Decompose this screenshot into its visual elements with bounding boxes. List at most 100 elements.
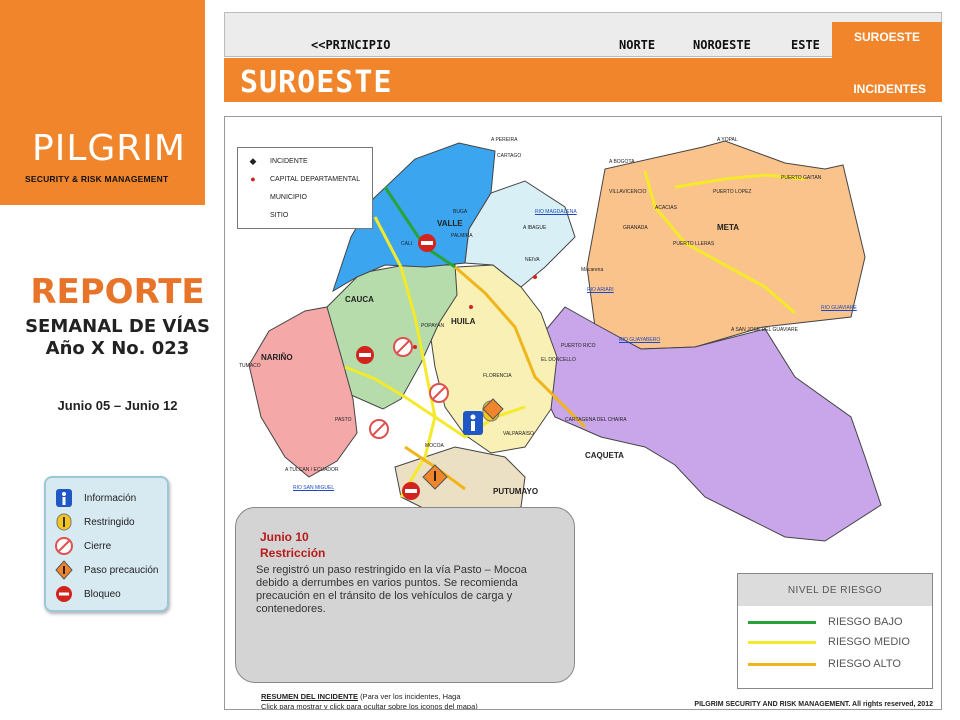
city-label: PALMIRA: [451, 233, 473, 239]
nav-east-link[interactable]: ESTE: [791, 38, 820, 52]
river-label: RIO ARIARI: [587, 287, 614, 293]
city-label: FLORENCIA: [483, 373, 512, 379]
dept-label-caqueta: CAQUETA: [585, 451, 624, 460]
city-label: PUERTO LLERAS: [673, 241, 715, 247]
city-label: PASTO: [335, 417, 352, 423]
legend-item-info: Información: [54, 486, 167, 510]
stop-marker[interactable]: [402, 482, 420, 500]
nav-north-link[interactable]: NORTE: [619, 38, 655, 52]
risk-row-low: RIESGO BAJO: [748, 616, 903, 628]
map-legend: ◆ INCIDENTE ● CAPITAL DEPARTAMENTAL MUNICI…: [237, 147, 373, 229]
city-label: A SAN JOSE DEL GUAVIARE: [731, 327, 798, 333]
report-issue: Año X No. 023: [45, 338, 190, 359]
incident-summary-note: RESUMEN DEL INCIDENTE (Para ver los inci…: [261, 692, 478, 710]
map-frame: ◆ INCIDENTE ● CAPITAL DEPARTAMENTAL MUNICI…: [224, 116, 942, 710]
dept-label-putumayo: PUTUMAYO: [493, 487, 539, 496]
map-legend-item: ● CAPITAL DEPARTAMENTAL: [246, 170, 372, 188]
city-label: EL DONCELLO: [541, 357, 576, 363]
map-legend-label: MUNICIPIO: [270, 193, 307, 201]
city-label: PUERTO LOPEZ: [713, 189, 752, 195]
incident-date: Junio 10: [260, 530, 309, 544]
meta-region: [586, 140, 866, 350]
city-label: PUERTO GAITAN: [781, 175, 822, 181]
info-marker[interactable]: [463, 411, 483, 435]
logo-tagline: SECURITY & RISK MANAGEMENT: [25, 174, 169, 184]
summary-hint2: Click para mostrar y click para ocultar …: [261, 702, 478, 710]
summary-hint: (Para ver los incidentes, Haga: [360, 692, 461, 701]
city-label: A BOGOTA: [609, 159, 635, 165]
dept-label-narino: NARIÑO: [261, 353, 293, 362]
nav-tab-southwest[interactable]: SUROESTE: [832, 22, 942, 58]
river-label: RIO GUAVIARE: [821, 305, 857, 311]
incident-type: Restricción: [260, 546, 326, 560]
city-label: A TULCAN / ECUADOR: [285, 467, 339, 473]
icon-legend: Información Restringido Cierre Paso prec…: [44, 476, 169, 612]
legend-label: Bloqueo: [84, 588, 121, 600]
risk-level-panel: NIVEL DE RIESGO RIESGO BAJO RIESGO MEDIO…: [737, 573, 933, 689]
risk-high-swatch: [748, 662, 816, 666]
page-title: SUROESTE: [240, 65, 393, 100]
brand-block: PILGRIM SECURITY & RISK MANAGEMENT: [0, 0, 205, 205]
city-label: A PEREIRA: [491, 137, 518, 143]
river-label: RIO GUAYABERO: [619, 337, 661, 343]
legend-label: Cierre: [84, 540, 112, 552]
city-label: POPAYAN: [421, 323, 445, 329]
nav-home-link[interactable]: <<PRINCIPIO: [311, 38, 390, 52]
risk-low-swatch: [748, 620, 816, 624]
legend-item-caution: Paso precaución: [54, 558, 167, 582]
incident-detail-panel: Junio 10 Restricción Se registró un paso…: [235, 507, 575, 683]
title-bar: SUROESTE INCIDENTES: [224, 58, 942, 102]
legend-item-blockade: Bloqueo: [54, 582, 167, 606]
risk-label: RIESGO ALTO: [828, 658, 901, 670]
legend-label: Información: [84, 492, 137, 504]
city-label: PUERTO RICO: [561, 343, 596, 349]
legend-item-restricted: Restringido: [54, 510, 167, 534]
stop-icon: [54, 584, 74, 604]
city-label: NEIVA: [525, 257, 540, 263]
report-subtitle: SEMANAL DE VÍAS: [25, 316, 210, 337]
map-legend-item: SITIO: [246, 206, 372, 224]
report-title: REPORTE: [30, 272, 205, 312]
city-label: VALPARAISO: [503, 431, 534, 437]
stop-marker[interactable]: [418, 234, 436, 252]
city-label: BUGA: [453, 209, 468, 215]
city-label: ACACIAS: [655, 205, 677, 211]
dept-label-huila: HUILA: [451, 317, 476, 326]
risk-title: NIVEL DE RIESGO: [738, 574, 932, 606]
city-label: GRANADA: [623, 225, 648, 231]
stop-marker[interactable]: [356, 346, 374, 364]
capital-dot-icon: ●: [250, 174, 256, 184]
nav-northwest-link[interactable]: NOROESTE: [693, 38, 751, 52]
legend-label: Restringido: [84, 516, 135, 528]
incidents-link[interactable]: INCIDENTES: [853, 82, 926, 96]
closure-marker[interactable]: [369, 419, 389, 439]
copyright: PILGRIM SECURITY AND RISK MANAGEMENT. Al…: [694, 701, 933, 708]
city-label: CALI: [401, 241, 413, 247]
closure-marker[interactable]: [429, 383, 449, 403]
map-legend-item: MUNICIPIO: [246, 188, 372, 206]
risk-label: RIESGO MEDIO: [828, 636, 910, 648]
closure-marker[interactable]: [393, 337, 413, 357]
report-dates: Junio 05 – Junio 12: [57, 398, 178, 413]
restricted-icon: [54, 512, 74, 532]
risk-row-medium: RIESGO MEDIO: [748, 636, 910, 648]
risk-medium-swatch: [748, 640, 816, 644]
risk-label: RIESGO BAJO: [828, 616, 903, 628]
caution-icon: [54, 560, 74, 580]
city-label: CARTAGENA DEL CHAIRA: [565, 417, 627, 423]
city-label: CARTAGO: [497, 153, 522, 159]
map-legend-item: ◆ INCIDENTE: [246, 152, 372, 170]
dept-label-meta: META: [717, 223, 740, 232]
risk-row-high: RIESGO ALTO: [748, 658, 901, 670]
river-label: RIO MAGDALENA: [535, 209, 577, 215]
map-legend-label: INCIDENTE: [270, 157, 308, 165]
legend-label: Paso precaución: [84, 564, 159, 576]
river-label: RIO SAN MIGUEL: [293, 485, 335, 491]
incident-description: Se registró un paso restringido en la ví…: [256, 564, 527, 615]
city-label: A IBAGUE: [523, 225, 547, 231]
summary-title: RESUMEN DEL INCIDENTE: [261, 692, 358, 701]
city-label: TUMACO: [239, 363, 261, 369]
legend-item-closure: Cierre: [54, 534, 167, 558]
info-icon: [54, 488, 74, 508]
city-label: VILLAVICENCIO: [609, 189, 647, 195]
